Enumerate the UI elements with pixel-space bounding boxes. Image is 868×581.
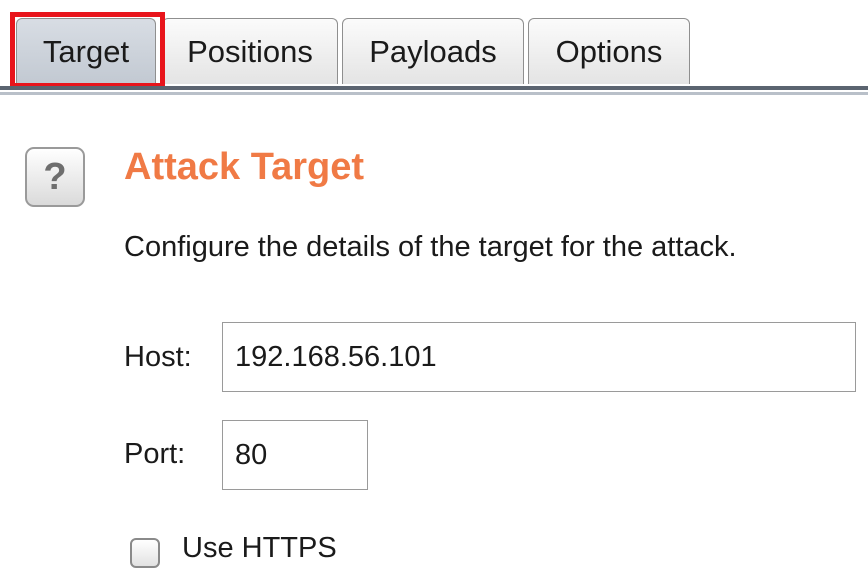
host-input[interactable]: [222, 322, 856, 392]
section-description: Configure the details of the target for …: [124, 231, 737, 263]
use-https-label: Use HTTPS: [182, 532, 337, 564]
host-label: Host:: [124, 341, 192, 373]
tab-target[interactable]: Target: [16, 18, 156, 84]
tab-divider: [0, 86, 868, 90]
use-https-checkbox[interactable]: [130, 538, 160, 568]
port-input[interactable]: [222, 420, 368, 490]
tab-bar: Target Positions Payloads Options: [0, 0, 868, 88]
port-label: Port:: [124, 438, 186, 470]
help-icon[interactable]: ?: [25, 147, 85, 207]
tab-options[interactable]: Options: [528, 18, 690, 84]
tab-positions[interactable]: Positions: [162, 18, 338, 84]
tab-divider-shadow: [0, 92, 868, 95]
section-title: Attack Target: [124, 146, 365, 188]
tab-payloads[interactable]: Payloads: [342, 18, 524, 84]
